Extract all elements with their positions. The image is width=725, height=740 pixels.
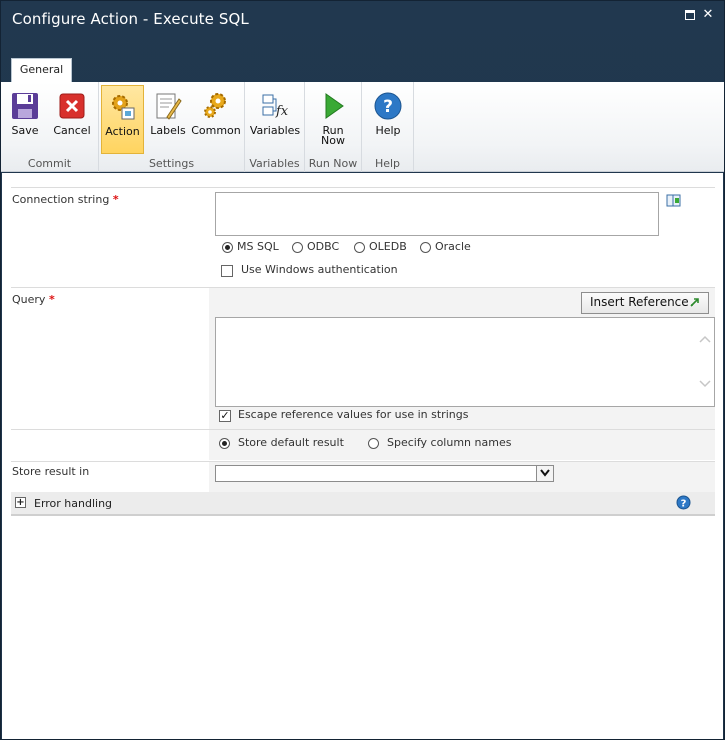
provider-radio-oracle[interactable] xyxy=(420,242,431,253)
group-label-run-now: Run Now xyxy=(308,157,358,170)
tab-strip: General xyxy=(1,57,724,83)
connection-string-text: Connection string xyxy=(12,193,110,206)
ribbon: Save Cancel Commit Action Labels Common … xyxy=(1,82,724,172)
scroll-up-icon xyxy=(699,335,711,343)
action-label: Action xyxy=(105,125,140,138)
variables-fx-icon: fx xyxy=(262,94,289,119)
cancel-label: Cancel xyxy=(53,124,91,137)
windows-auth-checkbox[interactable] xyxy=(221,265,233,277)
window-title: Configure Action - Execute SQL xyxy=(12,10,249,28)
dropdown-button[interactable] xyxy=(536,466,553,481)
cancel-icon xyxy=(59,93,85,119)
query-label: Query * xyxy=(12,293,55,306)
insert-reference-label: Insert Reference xyxy=(590,295,689,309)
ribbon-group-run-now: Run Now Run Now xyxy=(305,82,362,172)
title-bar: Configure Action - Execute SQL ✕ xyxy=(1,1,724,57)
escape-reference-label: Escape reference values for use in strin… xyxy=(238,408,469,421)
configure-action-window: Configure Action - Execute SQL ✕ General… xyxy=(0,0,725,740)
help-icon[interactable]: ? xyxy=(676,495,691,510)
scroll-down-icon xyxy=(699,380,711,388)
ribbon-group-variables: fx Variables Variables xyxy=(245,82,305,172)
query-text: Query xyxy=(12,293,46,306)
save-button[interactable]: Save xyxy=(7,85,43,153)
windows-auth-label: Use Windows authentication xyxy=(241,263,398,276)
expand-icon[interactable]: + xyxy=(15,497,26,508)
store-default-result-label: Store default result xyxy=(238,436,344,449)
connection-builder-icon[interactable] xyxy=(666,194,682,208)
error-handling-label: Error handling xyxy=(34,497,113,510)
query-input[interactable] xyxy=(215,317,715,407)
help-label: Help xyxy=(375,124,401,137)
svg-text:fx: fx xyxy=(275,104,289,119)
required-marker: * xyxy=(48,293,55,306)
labels-icon xyxy=(156,93,182,120)
provider-label-odbc: ODBC xyxy=(307,240,340,253)
provider-label-oracle: Oracle xyxy=(435,240,471,253)
divider xyxy=(11,187,715,188)
run-play-icon xyxy=(325,93,344,119)
save-label: Save xyxy=(11,124,39,137)
store-default-result-radio[interactable] xyxy=(219,438,230,449)
specify-column-names-radio[interactable] xyxy=(368,438,379,449)
connection-string-input[interactable] xyxy=(215,192,659,236)
provider-radio-odbc[interactable] xyxy=(292,242,303,253)
help-button[interactable]: ? Help xyxy=(368,85,408,153)
group-label-commit: Commit xyxy=(27,157,72,170)
specify-column-names-label: Specify column names xyxy=(387,436,512,449)
connection-string-label: Connection string * xyxy=(12,193,119,206)
save-floppy-icon xyxy=(12,93,38,119)
svg-text:?: ? xyxy=(681,499,687,510)
close-icon[interactable]: ✕ xyxy=(702,8,714,22)
common-gears-icon xyxy=(204,93,226,118)
action-gears-icon xyxy=(111,95,134,120)
chevron-down-icon xyxy=(540,469,550,477)
run-now-button[interactable]: Run Now xyxy=(313,85,353,153)
insert-reference-button[interactable]: Insert Reference xyxy=(581,292,709,314)
escape-reference-checkbox[interactable]: ✓ xyxy=(219,410,231,422)
store-result-select[interactable] xyxy=(215,465,554,482)
ribbon-group-commit: Save Cancel Commit xyxy=(1,82,99,172)
form-content: Connection string * MS SQL ODBC OLEDB Or… xyxy=(2,173,723,739)
variables-button[interactable]: fx Variables xyxy=(249,85,301,153)
cancel-button[interactable]: Cancel xyxy=(51,85,93,153)
provider-label-oledb: OLEDB xyxy=(369,240,407,253)
action-button[interactable]: Action xyxy=(101,85,144,154)
help-icon: ? xyxy=(374,92,402,120)
ribbon-group-help: ? Help Help xyxy=(362,82,414,172)
provider-label-mssql: MS SQL xyxy=(237,240,279,253)
group-label-settings: Settings xyxy=(148,157,195,170)
provider-radio-mssql[interactable] xyxy=(222,242,233,253)
variables-label: Variables xyxy=(249,124,301,137)
labels-button[interactable]: Labels xyxy=(148,85,188,153)
insert-arrow-icon xyxy=(690,298,699,307)
provider-radio-oledb[interactable] xyxy=(354,242,365,253)
tab-general[interactable]: General xyxy=(11,58,72,83)
group-label-help: Help xyxy=(374,157,401,170)
svg-text:?: ? xyxy=(383,97,393,117)
common-label: Common xyxy=(191,124,241,137)
ribbon-group-settings: Action Labels Common Settings xyxy=(99,82,245,172)
labels-label: Labels xyxy=(150,124,186,137)
query-scrollbar[interactable] xyxy=(697,319,713,406)
maximize-icon[interactable] xyxy=(685,10,695,20)
error-handling-bar[interactable]: + Error handling ? xyxy=(11,492,715,516)
run-now-label-line2: Now xyxy=(321,134,345,147)
store-result-label: Store result in xyxy=(12,465,90,478)
common-button[interactable]: Common xyxy=(191,85,241,153)
group-label-variables: Variables xyxy=(249,157,300,170)
required-marker: * xyxy=(112,193,119,206)
